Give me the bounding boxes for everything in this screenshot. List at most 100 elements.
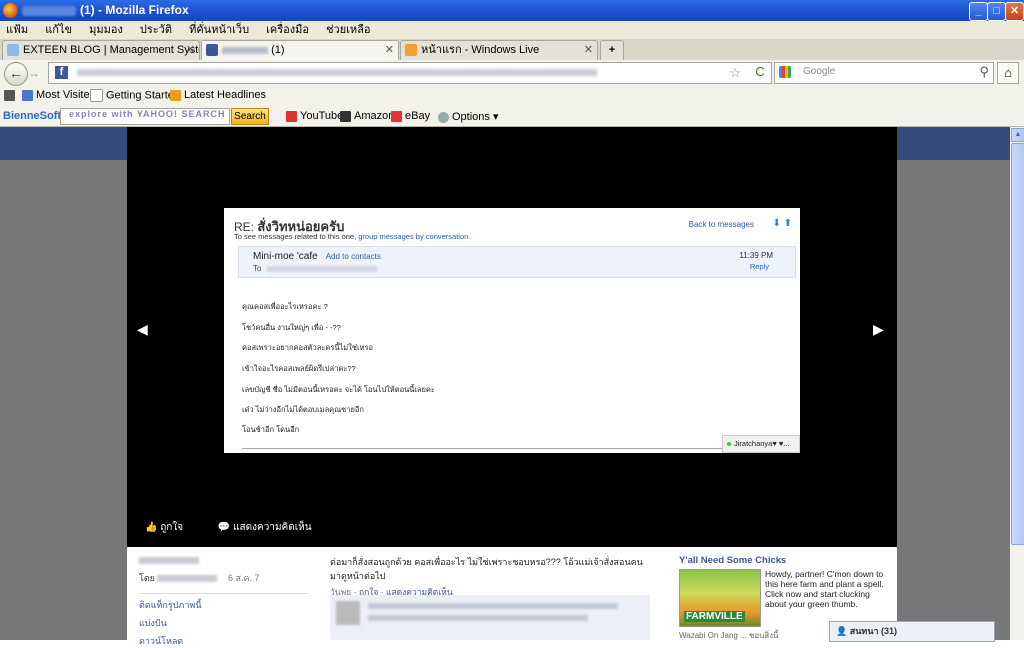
avatar — [336, 601, 360, 625]
sponsored-ad[interactable]: Y'all Need Some Chicks FARMVILLE Howdy, … — [679, 555, 889, 640]
ebay-icon — [391, 110, 402, 122]
yahoo-search-input[interactable]: explore with YAHOO! SEARCH — [60, 108, 230, 125]
email-line: คุณคอสเพื่ออะไรเหรอคะ ? — [242, 302, 328, 311]
bookmarks-bar: Most Visited Getting Started Latest Head… — [0, 86, 1024, 106]
email-line: เด๋ว ไม่ว่างอีกไม่ได้ตอบเมลคุณชายอีก — [242, 405, 364, 414]
scroll-up-icon[interactable]: ▲ — [1011, 128, 1024, 142]
home-button[interactable]: ⌂ — [997, 62, 1019, 84]
search-placeholder: Google — [803, 66, 836, 77]
menu-bookmarks[interactable]: ที่คั่นหน้าเว็บ — [189, 21, 249, 39]
redacted-name — [139, 557, 199, 565]
facebook-icon — [206, 44, 218, 56]
new-tab-button[interactable]: + — [600, 40, 624, 60]
google-icon — [779, 66, 791, 78]
page-icon — [90, 89, 103, 102]
email-from: Mini-moe 'cafe Add to contacts — [253, 251, 381, 262]
close-button[interactable]: ✕ — [1005, 2, 1024, 21]
bookmarks-menu-icon[interactable] — [4, 89, 18, 101]
menu-bar: แฟ้ม แก้ไข มุมมอง ประวัติ ที่คั่นหน้าเว็… — [0, 21, 1024, 39]
chat-user-icon: 👤 — [836, 626, 848, 636]
yahoo-search-label: explore with YAHOO! SEARCH — [69, 109, 226, 119]
photo-image[interactable]: RE: สั่งวิทหน่อยครับ To see messages rel… — [224, 208, 800, 453]
minimize-button[interactable]: _ — [969, 2, 988, 21]
tab-bar: EXTEEN BLOG | Management System ✕ (1) ✕ … — [0, 39, 1024, 61]
vertical-scrollbar[interactable]: ▲ — [1010, 127, 1024, 640]
url-bar[interactable]: f ☆ — [48, 62, 772, 84]
redacted-name — [222, 46, 268, 54]
email-to: To — [253, 264, 378, 273]
email-line: คอสเพราะอยากคอสตัวละครนี้ไม่ใช่เหรอ — [242, 343, 374, 352]
options-link[interactable]: Options ▾ — [438, 110, 499, 123]
download-link[interactable]: ดาวน์โหลด — [139, 634, 309, 648]
tag-photo-link[interactable]: ติดแท็กรูปภาพนี้ — [139, 598, 309, 612]
comment-box — [330, 595, 650, 640]
menu-help[interactable]: ช่วยเหลือ — [326, 21, 370, 39]
close-tab-icon[interactable]: ✕ — [385, 41, 394, 59]
maximize-button[interactable]: □ — [987, 2, 1006, 21]
gear-icon — [438, 111, 449, 123]
windows-live-icon — [405, 44, 417, 56]
toolbar-brand[interactable]: BienneSoft — [3, 110, 61, 122]
window-title: (1) - Mozilla Firefox — [22, 3, 189, 17]
chat-bar[interactable]: 👤 สนทนา (31) — [829, 621, 995, 642]
ad-body: Howdy, partner! C'mon down to this here … — [765, 569, 884, 609]
bookmark-most-visited[interactable]: Most Visited — [22, 89, 96, 101]
back-button[interactable]: ← — [4, 62, 28, 86]
menu-history[interactable]: ประวัติ — [140, 21, 172, 39]
ad-social: Wazabi On Jang ... ชอบสิ่งนี้ — [679, 631, 779, 640]
exteen-icon — [7, 44, 19, 56]
email-time: 11:39 PM — [739, 251, 773, 260]
email-line: โชว์คนอื่น งานใหญ่ๆ เพื่อ - -?? — [242, 323, 341, 332]
farmville-image[interactable]: FARMVILLE — [679, 569, 761, 627]
bookmark-latest-headlines[interactable]: Latest Headlines — [170, 89, 266, 101]
tab-label: (1) — [222, 41, 285, 59]
tab-label: EXTEEN BLOG | Management System — [23, 44, 200, 56]
rss-icon — [170, 89, 181, 101]
email-reply: Reply — [749, 262, 769, 271]
menu-tools[interactable]: เครื่องมือ — [266, 21, 309, 39]
caption-text: ต่อมาก็สั่งสอนถูกด้วย คอสเพื่ออะไร ไม่ใช… — [330, 557, 643, 581]
bookmark-star-icon[interactable]: ☆ — [729, 65, 741, 81]
close-tab-icon[interactable]: ✕ — [584, 41, 593, 59]
close-tab-icon[interactable]: ✕ — [186, 41, 195, 59]
uploader-info: โดย 6 ส.ค. 7 ติดแท็กรูปภาพนี้ แบ่งปัน ดา… — [139, 555, 309, 648]
redacted-comment — [368, 603, 618, 609]
email-line: โอนช้าอีก โดนอีก — [242, 425, 300, 434]
online-status-icon — [727, 442, 731, 447]
window-title-bar: (1) - Mozilla Firefox _ □ ✕ — [0, 0, 1024, 21]
ad-title[interactable]: Y'all Need Some Chicks — [679, 555, 889, 566]
tab-facebook[interactable]: (1) ✕ — [201, 40, 399, 61]
back-to-messages-link: Back to messages — [688, 220, 754, 229]
tab-label: หน้าแรก - Windows Live — [421, 44, 540, 56]
amazon-link[interactable]: Amazon — [340, 110, 394, 122]
menu-edit[interactable]: แก้ไข — [45, 21, 72, 39]
share-link[interactable]: แบ่งปัน — [139, 616, 309, 630]
menu-view[interactable]: มุมมอง — [89, 21, 123, 39]
scrollbar-thumb[interactable] — [1011, 143, 1024, 545]
firefox-icon — [3, 3, 18, 18]
email-line: เข้าใจอะไรคอสเพลย์ผิดรึเปล่าคะ?? — [242, 364, 356, 373]
redacted-name — [22, 5, 76, 16]
forward-button[interactable]: → — [26, 65, 42, 81]
message-arrows-icon: ⬇ ⬆ — [772, 218, 792, 229]
youtube-icon — [286, 110, 297, 122]
reload-button[interactable]: C — [752, 64, 768, 80]
like-button[interactable]: 👍 ถูกใจ — [145, 522, 199, 533]
next-photo-icon[interactable]: ▶ — [873, 321, 884, 338]
comment-button[interactable]: 💬 แสดงความคิดเห็น — [218, 522, 328, 533]
ebay-link[interactable]: eBay — [391, 110, 430, 122]
youtube-link[interactable]: YouTube — [286, 110, 343, 122]
bookmark-getting-started[interactable]: Getting Started — [90, 89, 180, 102]
yahoo-toolbar: BienneSoft explore with YAHOO! SEARCH Se… — [0, 106, 1024, 127]
tab-windows-live[interactable]: หน้าแรก - Windows Live ✕ — [400, 40, 598, 60]
yahoo-search-button[interactable]: Search — [231, 108, 269, 125]
divider — [242, 448, 770, 449]
tab-exteen[interactable]: EXTEEN BLOG | Management System ✕ — [2, 40, 200, 60]
email-line: เลขบัญชี ชื่อ ไม่มีตอนนี้เหรอคะ จะได้ โอ… — [242, 385, 435, 394]
menu-file[interactable]: แฟ้ม — [6, 21, 28, 39]
search-bar[interactable]: Google ⚲ — [774, 62, 994, 84]
photo-details: โดย 6 ส.ค. 7 ติดแท็กรูปภาพนี้ แบ่งปัน ดา… — [127, 547, 897, 646]
search-icon[interactable]: ⚲ — [979, 64, 989, 80]
photo-caption: ต่อมาก็สั่งสอนถูกด้วย คอสเพื่ออะไร ไม่ใช… — [330, 555, 650, 599]
previous-photo-icon[interactable]: ◀ — [137, 321, 148, 338]
